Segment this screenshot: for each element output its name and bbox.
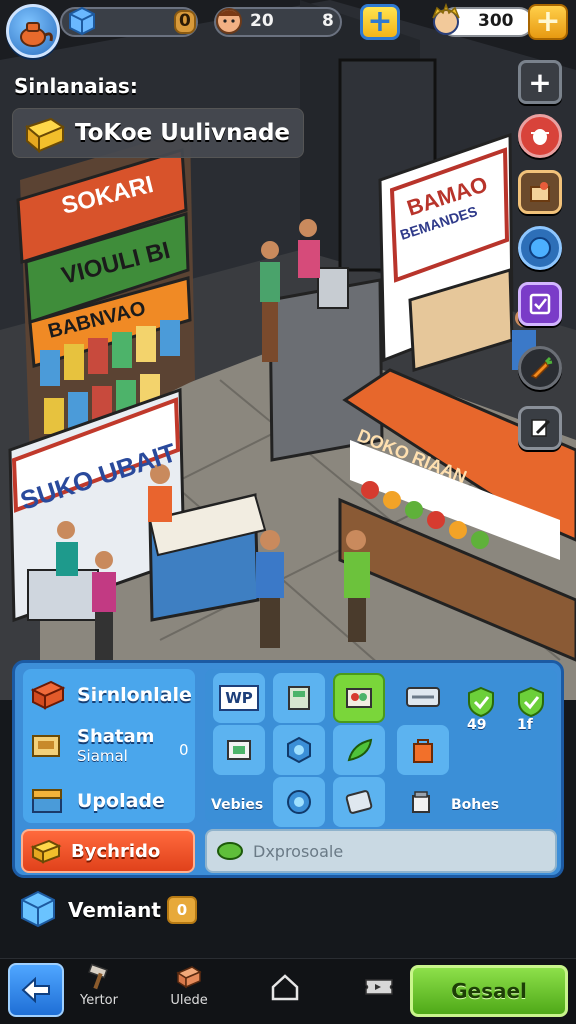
grid-item-shelf[interactable] xyxy=(273,673,325,723)
grid-item-bag[interactable] xyxy=(397,725,449,775)
plus-icon: + xyxy=(367,4,393,39)
variant-badge: 0 xyxy=(166,896,197,924)
bag-icon xyxy=(413,739,433,763)
produce-crate-icon xyxy=(346,688,372,708)
item-grid: WP 49 1f Vebies Bohes xyxy=(205,669,557,827)
grid-item-oven[interactable] xyxy=(213,725,265,775)
nav-label: Ulede xyxy=(170,993,208,1008)
count-a: 49 xyxy=(467,717,487,733)
world-button[interactable] xyxy=(518,226,562,270)
section-label: Sinlanaias: xyxy=(14,74,138,98)
gold-crate-icon xyxy=(24,117,66,154)
teapot-icon xyxy=(20,22,53,47)
crate-icon xyxy=(176,966,202,989)
shop-name-banner[interactable]: ToKoe Uulivnade xyxy=(12,108,304,158)
box-icon xyxy=(32,735,60,757)
category-list: Sirnlonlale Shatam Siamal 0 Upolade xyxy=(23,669,195,823)
edit-note-icon xyxy=(531,419,551,437)
edit-button[interactable] xyxy=(518,406,562,450)
add-character-button[interactable]: + xyxy=(360,4,400,40)
category-item-3[interactable]: Upolade xyxy=(29,781,165,821)
variant-row[interactable]: Vemiant 0 xyxy=(18,888,197,932)
nav-item-ticket[interactable] xyxy=(352,975,406,1024)
globe-icon xyxy=(529,237,551,259)
variant-label: Vemiant xyxy=(68,898,161,922)
home-icon xyxy=(271,974,299,1001)
expansion-field[interactable]: Dxprosoale xyxy=(205,829,557,873)
shield-check-icon xyxy=(468,686,494,718)
goods-button[interactable] xyxy=(518,170,562,214)
bug-icon xyxy=(531,129,549,145)
arrow-left-icon xyxy=(21,976,50,1004)
confirm-button-label: Bychrido xyxy=(71,840,161,862)
bottom-right-label: Bohes xyxy=(451,797,500,813)
chest-icon xyxy=(32,789,62,813)
grid-item-tablet[interactable] xyxy=(333,777,385,827)
grid-item-dial[interactable] xyxy=(273,777,325,827)
ticket-icon xyxy=(365,979,393,995)
leaf-icon xyxy=(217,842,243,860)
confirm-button[interactable]: Bychrido xyxy=(21,829,195,873)
dial-icon xyxy=(287,790,311,814)
category-item-2[interactable]: Shatam Siamal 0 xyxy=(29,725,189,765)
oven-icon xyxy=(227,740,251,760)
build-panel: Sirnlonlale Shatam Siamal 0 Upolade WP 4… xyxy=(12,660,564,878)
nav-item-vector[interactable]: Yertor xyxy=(72,963,126,1019)
category-label: Upolade xyxy=(77,790,165,812)
hex-badge-icon xyxy=(287,736,311,764)
cucumber-icon xyxy=(347,738,373,762)
checklist-icon xyxy=(529,293,551,315)
count-b: 1f xyxy=(517,717,533,733)
carrot-icon xyxy=(530,356,553,379)
grid-item-wp[interactable]: WP xyxy=(213,673,265,723)
gem-counter-value: 0 xyxy=(179,11,191,31)
character-count: 8 xyxy=(322,11,334,31)
bug-button[interactable] xyxy=(518,114,562,158)
category-sublabel: Siamal xyxy=(77,746,128,765)
card-icon xyxy=(406,687,440,707)
hammer-icon xyxy=(88,963,108,990)
plus-icon: + xyxy=(535,4,561,39)
character-face-icon xyxy=(216,8,242,34)
category-item-1[interactable]: Sirnlonlale xyxy=(29,675,192,715)
jar-icon xyxy=(412,791,430,813)
crate-icon xyxy=(30,839,62,864)
add-coins-button[interactable]: + xyxy=(528,4,568,40)
grid-item-badge[interactable] xyxy=(273,725,325,775)
grid-item-cucumber[interactable] xyxy=(333,725,385,775)
category-label: Sirnlonlale xyxy=(77,684,192,706)
cube-icon xyxy=(21,890,55,928)
wp-label: WP xyxy=(219,685,259,711)
grid-item-card[interactable] xyxy=(397,677,449,717)
hero-portrait-icon xyxy=(432,2,460,35)
nav-label: Yertor xyxy=(80,993,118,1008)
store-scene: SOKARI VIOULI BI BABNVAO BAMAO BEMANDES … xyxy=(0,0,576,700)
crate-icon xyxy=(30,680,66,710)
grid-item-jar[interactable] xyxy=(397,777,449,827)
grid-item-selected[interactable] xyxy=(333,673,385,723)
carrot-button[interactable] xyxy=(518,346,562,390)
nav-item-home[interactable] xyxy=(258,973,312,1024)
shield-check-icon xyxy=(518,686,544,718)
zoom-in-button[interactable]: + xyxy=(518,60,562,104)
tablet-icon xyxy=(345,790,373,814)
category-value: 0 xyxy=(179,741,189,759)
bottom-left-label: Vebies xyxy=(211,797,264,813)
shop-name: ToKoe Uulivnade xyxy=(75,120,291,146)
plus-icon: + xyxy=(528,65,552,99)
bottom-nav: Yertor Ulede Gesael xyxy=(0,958,576,1024)
gem-cube-icon xyxy=(69,6,95,36)
goods-box-icon xyxy=(530,182,550,202)
cancel-button[interactable]: Gesael xyxy=(410,965,568,1017)
checklist-button[interactable] xyxy=(518,282,562,326)
coin-count: 300 xyxy=(478,11,514,31)
category-label: Shatam xyxy=(77,725,155,747)
back-button[interactable] xyxy=(8,963,64,1017)
nav-item-ulede[interactable]: Ulede xyxy=(162,963,216,1019)
character-level: 20 xyxy=(250,11,274,31)
shelf-icon xyxy=(288,686,310,710)
player-avatar[interactable] xyxy=(6,4,60,58)
expansion-field-label: Dxprosoale xyxy=(253,841,344,861)
